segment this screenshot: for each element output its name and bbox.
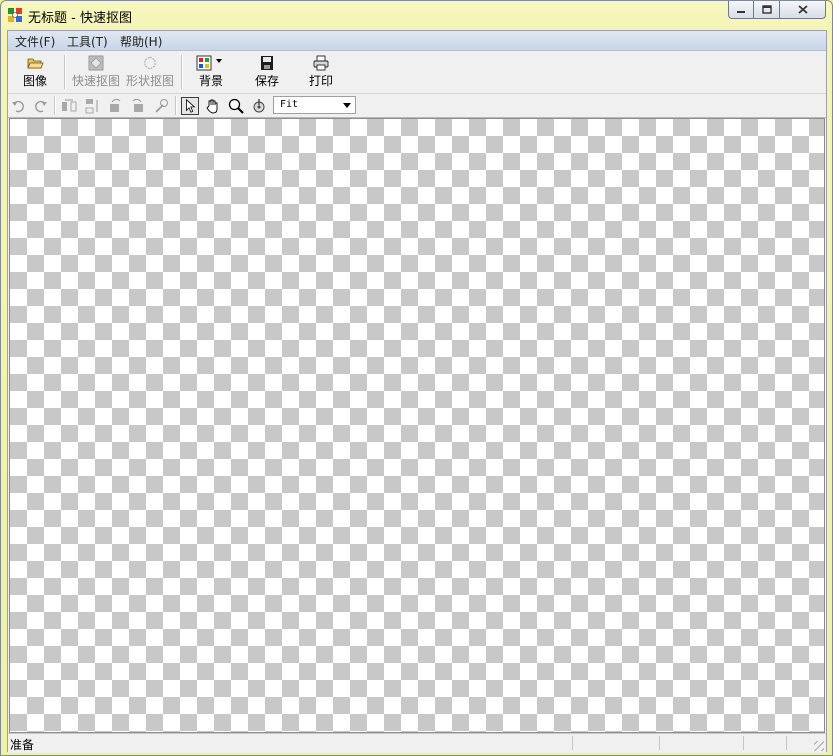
rotate-left-icon[interactable] — [106, 97, 124, 115]
undo-icon[interactable] — [10, 97, 28, 115]
window-title: 无标题 - 快速抠图 — [28, 11, 132, 26]
maximize-button[interactable] — [754, 1, 780, 19]
print-button[interactable]: 打印 — [302, 53, 340, 91]
zoom-icon[interactable] — [227, 97, 245, 115]
toolbar-separator — [54, 96, 56, 115]
menu-help[interactable]: 帮助(H) — [118, 33, 164, 50]
flip-horizontal-icon[interactable] — [60, 97, 78, 115]
minimize-button[interactable] — [728, 1, 754, 19]
save-icon — [261, 56, 273, 70]
shape-cutout-icon — [144, 56, 156, 70]
quick-cutout-label: 快速抠图 — [71, 74, 120, 88]
quick-cutout-button[interactable]: 快速抠图 — [70, 53, 122, 91]
title-bar[interactable]: 无标题 - 快速抠图 — [1, 1, 832, 29]
image-label: 图像 — [22, 74, 47, 88]
save-label: 保存 — [254, 74, 279, 88]
hand-icon[interactable] — [204, 97, 222, 115]
print-label: 打印 — [308, 74, 333, 88]
toolbar-separator — [175, 96, 177, 115]
background-button[interactable]: 背景 — [191, 53, 231, 91]
app-logo-icon — [8, 8, 22, 22]
close-icon — [797, 5, 808, 14]
rotate-right-icon[interactable] — [129, 97, 147, 115]
redo-icon[interactable] — [31, 97, 49, 115]
close-button[interactable] — [780, 1, 826, 19]
shape-cutout-button[interactable]: 形状抠图 — [124, 53, 176, 91]
edit-toolbar: Fit — [8, 94, 826, 118]
status-pane — [659, 736, 660, 750]
app-window: 无标题 - 快速抠图 文件(F) 工具(T) 帮助(H) 图像 快速抠图 形状抠… — [0, 0, 833, 756]
status-text: 准备 — [10, 738, 35, 752]
window-controls — [728, 1, 826, 20]
palette-icon — [196, 55, 222, 71]
main-toolbar: 图像 快速抠图 形状抠图 背景 保存 打印 — [8, 51, 826, 94]
maximize-icon — [761, 5, 772, 14]
image-canvas[interactable] — [9, 118, 825, 733]
image-button[interactable]: 图像 — [14, 53, 56, 91]
toolbar-separator — [64, 55, 66, 89]
status-pane — [572, 736, 573, 750]
zoom-select[interactable]: Fit — [273, 96, 356, 114]
background-label: 背景 — [198, 74, 223, 88]
chevron-down-icon — [343, 103, 351, 108]
save-button[interactable]: 保存 — [248, 53, 286, 91]
magic-icon[interactable] — [152, 97, 170, 115]
menu-file[interactable]: 文件(F) — [13, 33, 57, 50]
resize-grip[interactable] — [814, 741, 824, 751]
client-area: 文件(F) 工具(T) 帮助(H) 图像 快速抠图 形状抠图 背景 保存 打印 … — [7, 30, 827, 753]
toolbar-separator — [181, 55, 183, 89]
zoom-value: Fit — [280, 99, 299, 110]
menu-bar: 文件(F) 工具(T) 帮助(H) — [8, 31, 826, 51]
flip-vertical-icon[interactable] — [83, 97, 101, 115]
status-pane — [743, 736, 744, 750]
open-folder-icon — [27, 58, 44, 69]
status-bar: 准备 — [8, 733, 826, 753]
quick-cutout-icon — [88, 55, 104, 71]
shape-cutout-label: 形状抠图 — [125, 74, 174, 88]
reset-zoom-icon[interactable] — [250, 97, 268, 115]
pointer-icon[interactable] — [181, 97, 199, 115]
printer-icon — [313, 55, 329, 71]
menu-tools[interactable]: 工具(T) — [65, 33, 110, 50]
status-pane — [786, 736, 787, 750]
minimize-icon — [737, 10, 745, 13]
